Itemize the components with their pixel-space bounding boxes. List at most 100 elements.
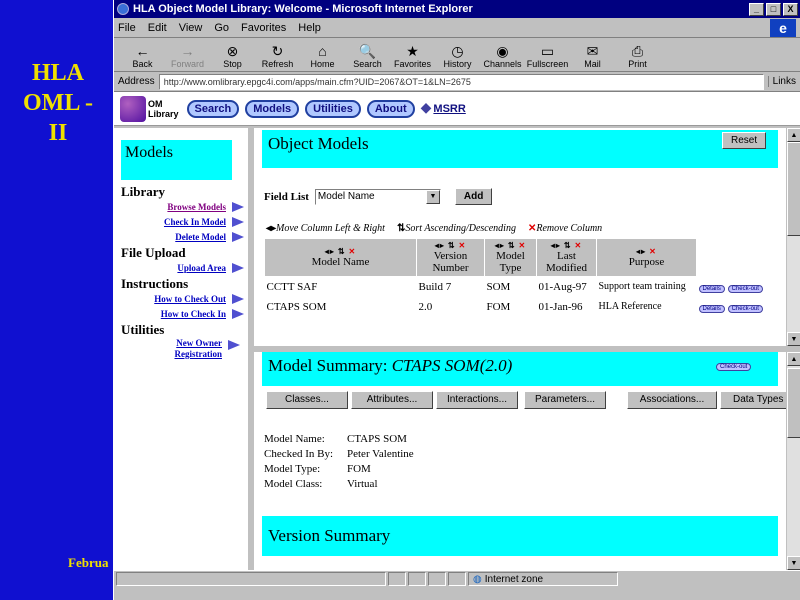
menu-favorites[interactable]: Favorites bbox=[241, 22, 286, 34]
nav-utilities-button[interactable]: Utilities bbox=[305, 99, 361, 118]
link-label: Browse Models bbox=[167, 202, 226, 212]
favorites-icon: ★ bbox=[406, 43, 419, 59]
molecule-icon bbox=[120, 95, 146, 122]
scroll-up-icon[interactable]: ▲ bbox=[787, 128, 800, 142]
details-button[interactable]: Details bbox=[698, 305, 725, 313]
zone-cell: ◍ Internet zone bbox=[468, 572, 618, 586]
scroll-thumb[interactable] bbox=[787, 368, 800, 438]
logo-text-line: Library bbox=[148, 108, 179, 119]
globe-icon: ◍ bbox=[473, 573, 482, 585]
how-to-check-in-link[interactable]: How to Check In bbox=[114, 307, 248, 322]
minimize-button[interactable]: _ bbox=[749, 2, 764, 16]
field-list-select[interactable]: Model Name ▼ bbox=[314, 188, 441, 205]
history-button[interactable]: ◷ History bbox=[435, 43, 480, 69]
slide-title-line: OML - bbox=[23, 90, 93, 116]
om-library-logo[interactable]: OM Library bbox=[120, 95, 179, 122]
browse-models-link[interactable]: Browse Models bbox=[114, 200, 248, 215]
link-label: Upload Area bbox=[177, 263, 226, 273]
add-button[interactable]: Add bbox=[454, 188, 493, 205]
col-label: Model Type bbox=[496, 250, 525, 274]
table-row[interactable]: CCTT SAF Build 7 SOM 01-Aug-97 Support t… bbox=[265, 277, 785, 298]
summary-key: Checked In By: bbox=[264, 448, 334, 460]
checkout-button[interactable]: Check-out bbox=[727, 284, 763, 293]
menu-go[interactable]: Go bbox=[214, 22, 229, 34]
nav-about-button[interactable]: About bbox=[366, 99, 415, 118]
link-label: New Owner Registration bbox=[174, 338, 223, 359]
col-label: Model Name bbox=[311, 256, 370, 268]
mail-button[interactable]: ✉ Mail bbox=[570, 43, 615, 69]
object-models-frame: Object Models Reset Field List Model Nam… bbox=[254, 128, 800, 346]
refresh-button[interactable]: ↻ Refresh bbox=[255, 43, 300, 69]
print-button[interactable]: ⎙ Print bbox=[615, 43, 660, 69]
column-controls-icon[interactable]: ◂▸ ⇅ ✕ bbox=[539, 241, 594, 250]
close-button[interactable]: X bbox=[783, 2, 798, 16]
search-button[interactable]: 🔍 Search bbox=[345, 43, 390, 69]
nav-models-button[interactable]: Models bbox=[245, 99, 300, 118]
table-row[interactable]: CTAPS SOM 2.0 FOM 01-Jan-96 HLA Referenc… bbox=[265, 297, 785, 317]
data-types-button[interactable]: Data Types bbox=[720, 391, 790, 409]
status-cell bbox=[428, 572, 446, 586]
associations-button[interactable]: Associations... bbox=[627, 391, 717, 409]
menu-help[interactable]: Help bbox=[298, 22, 321, 34]
arrow-icon bbox=[232, 309, 244, 319]
cell-modified: 01-Aug-97 bbox=[538, 281, 587, 293]
channels-button[interactable]: ◉ Channels bbox=[480, 43, 525, 69]
column-controls-icon[interactable]: ◂▸ ⇅ ✕ bbox=[487, 241, 534, 250]
home-button[interactable]: ⌂ Home bbox=[300, 43, 345, 69]
column-controls-icon[interactable]: ◂▸ ✕ bbox=[599, 247, 694, 256]
maximize-button[interactable]: □ bbox=[766, 2, 781, 16]
parameters-button[interactable]: Parameters... bbox=[524, 391, 606, 409]
scroll-thumb[interactable] bbox=[787, 142, 800, 236]
cell-purpose: Support team training bbox=[598, 281, 686, 292]
address-input[interactable]: http://www.omlibrary.epgc4i.com/apps/mai… bbox=[158, 73, 764, 90]
reset-button[interactable]: Reset bbox=[722, 132, 767, 149]
cell-model-name: CCTT SAF bbox=[266, 281, 318, 293]
arrow-icon bbox=[232, 294, 244, 304]
scroll-up-icon[interactable]: ▲ bbox=[787, 352, 800, 366]
bottom-frame-scrollbar[interactable]: ▲ ▼ bbox=[786, 352, 800, 570]
field-list-row: Field List Model Name ▼ Add bbox=[264, 188, 493, 205]
check-in-model-link[interactable]: Check In Model bbox=[114, 215, 248, 230]
menu-view[interactable]: View bbox=[179, 22, 203, 34]
left-nav: Library Browse Models Check In Model Del… bbox=[114, 184, 248, 360]
classes-button[interactable]: Classes... bbox=[266, 391, 348, 409]
fullscreen-button[interactable]: ▭ Fullscreen bbox=[525, 43, 570, 69]
nav-search-button[interactable]: Search bbox=[186, 99, 240, 118]
summary-checkout-button[interactable]: Check-out bbox=[716, 363, 752, 371]
favorites-button[interactable]: ★ Favorites bbox=[390, 43, 435, 69]
details-button[interactable]: Details bbox=[698, 284, 725, 293]
upload-area-link[interactable]: Upload Area bbox=[114, 261, 248, 276]
top-frame-scrollbar[interactable]: ▲ ▼ bbox=[786, 128, 800, 346]
column-controls-icon[interactable]: ◂▸ ⇅ ✕ bbox=[267, 247, 414, 256]
field-list-value: Model Name bbox=[317, 190, 375, 202]
stop-button[interactable]: ⊗ Stop bbox=[210, 43, 255, 69]
scroll-down-icon[interactable]: ▼ bbox=[787, 556, 800, 570]
col-label: Last Modified bbox=[546, 250, 587, 274]
scroll-down-icon[interactable]: ▼ bbox=[787, 332, 800, 346]
menu-edit[interactable]: Edit bbox=[148, 22, 167, 34]
link-label: How to Check Out bbox=[154, 294, 226, 304]
delete-model-link[interactable]: Delete Model bbox=[114, 230, 248, 245]
forward-label: Forward bbox=[170, 59, 204, 69]
left-frame: Models Library Browse Models Check In Mo… bbox=[114, 128, 251, 570]
nav-msrr-link[interactable]: MSRR bbox=[433, 103, 465, 115]
col-actions bbox=[696, 238, 784, 277]
ie-app-icon bbox=[117, 3, 129, 15]
new-owner-registration-link[interactable]: New Owner Registration bbox=[144, 338, 244, 360]
attributes-button[interactable]: Attributes... bbox=[351, 391, 433, 409]
column-controls-icon[interactable]: ◂▸ ⇅ ✕ bbox=[419, 241, 482, 250]
summary-row: Model Name: CTAPS SOM bbox=[264, 432, 414, 447]
interactions-button[interactable]: Interactions... bbox=[436, 391, 518, 409]
link-label: Check In Model bbox=[163, 217, 226, 227]
how-to-check-out-link[interactable]: How to Check Out bbox=[114, 292, 248, 307]
chevron-down-icon: ▼ bbox=[425, 189, 440, 204]
arrow-icon bbox=[228, 340, 240, 350]
summary-key: Model Type: bbox=[264, 463, 321, 475]
back-button[interactable]: ← Back bbox=[120, 43, 165, 69]
menu-file[interactable]: File bbox=[118, 22, 136, 34]
checkout-button[interactable]: Check-out bbox=[727, 305, 763, 313]
forward-button[interactable]: → Forward bbox=[165, 43, 210, 69]
logo-text: OM Library bbox=[148, 99, 179, 119]
links-button[interactable]: Links bbox=[767, 76, 796, 87]
arrow-icon bbox=[232, 263, 244, 273]
